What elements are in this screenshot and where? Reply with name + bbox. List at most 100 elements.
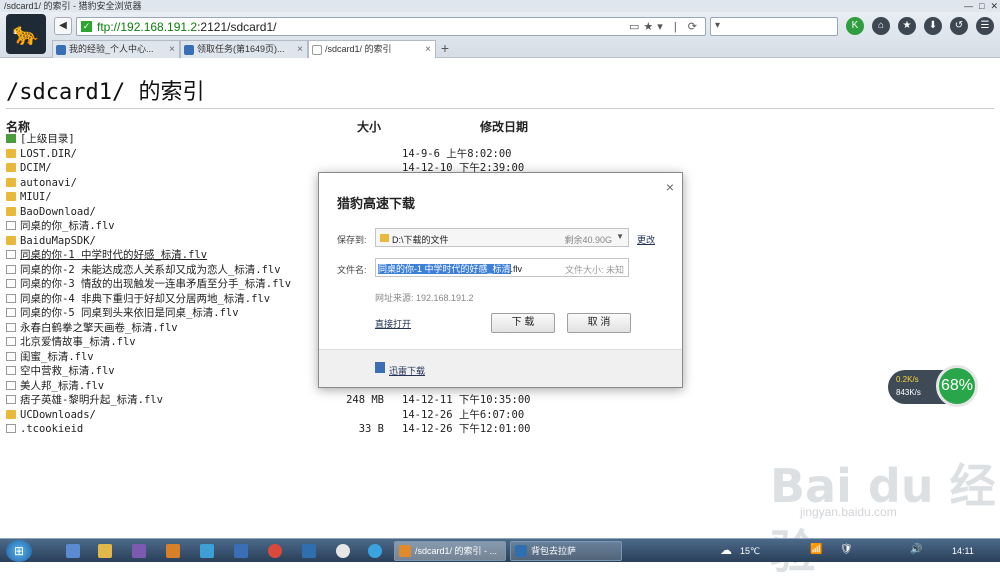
file-name-link[interactable]: UCDownloads/	[6, 408, 96, 423]
baidu-watermark-url: jingyan.baidu.com	[800, 505, 897, 519]
cancel-button[interactable]: 取 消	[567, 313, 631, 333]
file-name-link[interactable]: DCIM/	[6, 161, 52, 176]
change-path-link[interactable]: 更改	[637, 233, 655, 246]
network-speed-widget[interactable]: 0.2K/s 843K/s 68%	[888, 365, 978, 407]
file-row: [上级目录]	[6, 132, 566, 147]
file-name-link[interactable]: 痞子英雄-黎明升起_标清.flv	[6, 393, 163, 408]
file-name-link[interactable]: MIUI/	[6, 190, 52, 205]
dialog-footer: 迅雷下载	[319, 349, 682, 387]
player-icon[interactable]	[368, 544, 382, 558]
tab-tasks[interactable]: 领取任务(第1649页)... ×	[180, 40, 308, 58]
file-name-text: 同桌的你-5 同桌到头来依旧是同桌_标清.flv	[20, 307, 239, 319]
dialog-close-icon[interactable]: ×	[666, 179, 674, 195]
file-name-text: LOST.DIR/	[20, 147, 77, 160]
file-name-link[interactable]: 同桌的你_标清.flv	[6, 219, 115, 234]
chevron-down-icon[interactable]: ▼	[616, 232, 624, 241]
tab-sdcard-index[interactable]: /sdcard1/ 的索引 ×	[308, 40, 436, 58]
url-host: ftp://192.168.191.2	[97, 20, 198, 34]
desktop-icon[interactable]	[66, 544, 80, 558]
filename-input[interactable]: 同桌的你-1 中学时代的好感_标清.flv 文件大小: 未知	[375, 258, 629, 277]
maximize-button[interactable]: □	[979, 0, 984, 12]
url-text[interactable]: ftp://192.168.191.2:2121/sdcard1/	[97, 20, 276, 34]
paw-icon	[184, 45, 194, 55]
search-icon[interactable]	[234, 544, 248, 558]
home-icon[interactable]: ⌂	[872, 17, 890, 35]
start-button[interactable]: ⊞	[6, 540, 32, 562]
dialog-title: 猎豹高速下载	[337, 196, 416, 211]
thunder-download-link[interactable]: 迅雷下载	[389, 364, 425, 377]
app-icon[interactable]	[166, 544, 180, 558]
file-icon	[6, 351, 16, 361]
file-name-link[interactable]: BaiduMapSDK/	[6, 234, 96, 249]
favorites-icon[interactable]: ★	[898, 17, 916, 35]
file-name-text: .tcookieid	[20, 423, 84, 435]
file-size: 文件大小: 未知	[564, 265, 624, 275]
file-name-link[interactable]: 同桌的你-5 同桌到头来依旧是同桌_标清.flv	[6, 306, 239, 321]
divider	[6, 108, 994, 109]
address-actions[interactable]: ▭★▾ | ⟳	[629, 20, 701, 33]
file-name-link[interactable]: autonavi/	[6, 176, 77, 191]
volume-icon[interactable]: 🔊	[910, 544, 922, 555]
secure-check-icon: ✓	[81, 21, 92, 32]
explorer-icon[interactable]	[98, 544, 112, 558]
file-name-link[interactable]: BaoDownload/	[6, 205, 96, 220]
file-name-text: BaoDownload/	[20, 205, 96, 218]
file-name-link[interactable]: 永春白鹤拳之擎天画卷_标清.flv	[6, 321, 178, 336]
file-name-link[interactable]: 同桌的你-1 中学时代的好感_标清.flv	[6, 248, 207, 263]
download-button[interactable]: 下 载	[491, 313, 555, 333]
app-icon[interactable]	[302, 544, 316, 558]
download-icon[interactable]: ⬇	[924, 17, 942, 35]
new-tab-button[interactable]: +	[436, 40, 454, 58]
file-name-link[interactable]: 同桌的你-2 未能达成恋人关系却又成为恋人_标清.flv	[6, 263, 281, 278]
tab-experience[interactable]: 我的经验_个人中心... ×	[52, 40, 180, 58]
close-tab-icon[interactable]: ×	[297, 41, 303, 58]
file-name-link[interactable]: 闺蜜_标清.flv	[6, 350, 94, 365]
file-size: 248 MB	[346, 394, 384, 406]
tab-label: /sdcard1/ 的索引	[325, 44, 392, 54]
weather-temp: 15℃	[740, 546, 761, 556]
save-path-select[interactable]: D:\下载的文件 剩余40.90G ▼	[375, 228, 629, 247]
upload-speed: 0.2K/s	[896, 375, 919, 384]
close-tab-icon[interactable]: ×	[425, 41, 431, 58]
address-bar[interactable]: ✓ ftp://192.168.191.2:2121/sdcard1/ ▭★▾ …	[76, 17, 706, 36]
file-name-text: 永春白鹤拳之擎天画卷_标清.flv	[20, 321, 178, 334]
shield-icon[interactable]: 🛡	[840, 544, 853, 555]
chrome-icon[interactable]	[268, 544, 282, 558]
file-name-link[interactable]: 美人邦_标清.flv	[6, 379, 104, 394]
app-icon[interactable]	[132, 544, 146, 558]
file-name-link[interactable]: [上级目录]	[6, 132, 75, 147]
file-name-link[interactable]: .tcookieid	[6, 422, 83, 437]
task-browser[interactable]: /sdcard1/ 的索引 - ...	[394, 541, 506, 561]
folder-icon	[6, 163, 16, 172]
clock[interactable]: 14:11	[952, 546, 974, 556]
undo-icon[interactable]: ↺	[950, 17, 968, 35]
back-button[interactable]: ◀	[54, 17, 72, 35]
up-arrow-icon	[6, 134, 16, 143]
search-engine-dropdown[interactable]: ▾	[715, 20, 720, 31]
file-icon	[6, 293, 16, 303]
file-name-link[interactable]: LOST.DIR/	[6, 147, 77, 162]
app-icon[interactable]	[200, 544, 214, 558]
wifi-icon[interactable]: 📶	[810, 544, 822, 555]
file-name-link[interactable]: 北京爱情故事_标清.flv	[6, 335, 136, 350]
k-extension-icon[interactable]: K	[846, 17, 864, 35]
file-icon	[6, 395, 16, 404]
window-titlebar: /sdcard1/ 的索引 - 猎豹安全浏览器 — □ ✕	[0, 0, 1000, 12]
task-label: 背包去拉萨	[531, 546, 577, 556]
file-date: 14-12-11 下午10:35:00	[402, 394, 531, 406]
file-name-link[interactable]: 同桌的你-4 非典下重归于好却又分居两地_标清.flv	[6, 292, 270, 307]
app-icon[interactable]	[336, 544, 350, 558]
cheetah-logo-icon[interactable]: 🐆	[6, 14, 46, 54]
menu-icon[interactable]: ☰	[976, 17, 994, 35]
task-document[interactable]: 背包去拉萨	[510, 541, 622, 561]
close-tab-icon[interactable]: ×	[169, 41, 175, 58]
file-name-text: 闺蜜_标清.flv	[20, 350, 94, 363]
file-name-link[interactable]: 同桌的你-3 情敌的出现触发一连串矛盾至分手_标清.flv	[6, 277, 291, 292]
minimize-button[interactable]: —	[964, 0, 973, 12]
direct-open-link[interactable]: 直接打开	[375, 317, 411, 330]
file-name-text: 同桌的你-4 非典下重归于好却又分居两地_标清.flv	[20, 292, 271, 305]
search-box[interactable]: ▾	[710, 17, 838, 36]
folder-icon	[6, 148, 16, 158]
close-window-button[interactable]: ✕	[990, 0, 998, 12]
file-name-link[interactable]: 空中营救_标清.flv	[6, 364, 115, 379]
